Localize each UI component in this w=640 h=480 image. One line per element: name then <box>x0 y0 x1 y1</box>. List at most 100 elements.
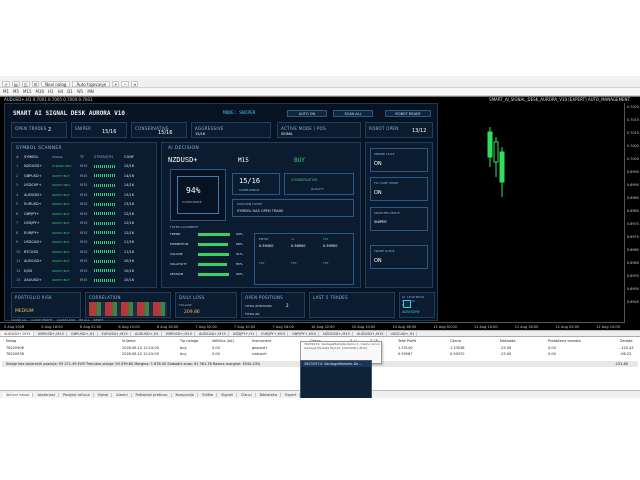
main-toolbar: ＋ ▤ ◫ ☰ Novi nalog Auto trgovanje + − ⇥ <box>0 80 640 88</box>
toolbox-tab[interactable]: Poštanski pretinac <box>133 392 172 397</box>
correlation-grid <box>89 302 167 316</box>
algo-trading-button[interactable]: Auto trgovanje <box>72 80 111 87</box>
tf-d1[interactable]: D1 <box>66 89 74 95</box>
column-header[interactable]: Veličina (lot) <box>212 339 234 343</box>
confluence-box: 15/16 CONFLUENCE <box>232 173 280 195</box>
toolbox-tab[interactable]: Tržište <box>199 392 218 397</box>
top-blank-area <box>0 0 640 76</box>
chart-tab[interactable]: USDCAD+,H1 <box>389 331 418 336</box>
scanner-row[interactable]: 5 EURUSD+ WATCH BUY M15 13/16 <box>16 200 146 208</box>
scanner-row[interactable]: 13 XAUUSD+ WATCH BUY M15 10/16 <box>16 276 146 284</box>
tf-m1[interactable]: M1 <box>2 89 10 95</box>
chart-window[interactable]: AUDUSD+,H1 0.7001 0.7005 0.7000 0.7003 S… <box>0 96 640 330</box>
zoom-in-icon[interactable]: + <box>112 80 120 87</box>
scanner-row[interactable]: 11 AUDCAD+ WATCH BUY M15 10/16 <box>16 257 146 265</box>
chart-tab[interactable]: AUDUSD+,M15 <box>2 331 34 336</box>
navigator-icon[interactable]: ☰ <box>31 80 40 87</box>
sniper-toggle[interactable]: SNIPER 16/16 ON <box>370 148 428 172</box>
strength-bars <box>94 259 116 263</box>
column-header[interactable]: Take Profit <box>398 339 416 343</box>
column-header[interactable]: Zarada <box>620 339 633 343</box>
market-watch-icon[interactable]: ◫ <box>21 80 30 87</box>
toolbox-tab[interactable]: Vijesti <box>95 392 113 397</box>
scanner-row[interactable]: 8 EURJPY+ WATCH BUY M15 12/16 <box>16 229 146 237</box>
conservative-panel: CONSERVATIVE 15/16 <box>131 122 187 138</box>
toolbox-tab[interactable]: Članci <box>238 392 256 397</box>
tf-mn[interactable]: MN <box>86 89 94 95</box>
toolbox-tab[interactable]: Signali <box>218 392 237 397</box>
scanner-row[interactable]: 2 GBPUSD+ WATCH BUY M15 14/16 <box>16 172 146 180</box>
strength-bars <box>94 269 116 272</box>
column-header[interactable]: Instrument <box>252 339 271 343</box>
strength-bars <box>94 250 116 253</box>
scan-all-button[interactable]: SCAN ALL <box>333 110 373 117</box>
chart-tab[interactable]: GBPUSD+,M15 <box>164 331 195 336</box>
toolbox-tab[interactable]: Kompanija <box>173 392 198 397</box>
profiles-icon[interactable]: ▤ <box>12 80 20 87</box>
scanner-row[interactable]: 10 BTCUSD WATCH BUY M15 11/16 <box>16 248 146 256</box>
column-header[interactable]: Nalog <box>6 339 16 343</box>
reset-button[interactable]: RESET <box>93 318 103 322</box>
strength-bars <box>94 278 116 282</box>
auto-on-button[interactable]: AUTO ON <box>287 110 327 117</box>
scanner-row[interactable]: 7 USDJPY+ WATCH BUY M15 12/16 <box>16 219 146 227</box>
chart-shift-icon[interactable]: ⇥ <box>130 80 139 87</box>
chart-tab[interactable]: EURUSD+,M15 <box>100 331 131 336</box>
preview-line-2: Vantage Markets Pty.Ltd. [AUDUSD+,M15] <box>304 346 368 350</box>
ai-symbol: NZDUSD+ <box>168 156 198 164</box>
tf-h1[interactable]: H1 <box>47 89 55 95</box>
chart-tab[interactable]: GBPUSD+,H1 <box>69 331 98 336</box>
tf-m5[interactable]: M5 <box>12 89 20 95</box>
filter-value: 88% <box>236 242 243 246</box>
fix-conf-toggle[interactable]: FIX CONF MODE ON <box>370 177 428 201</box>
close-profit-button[interactable]: CLOSE PROFIT <box>31 318 52 322</box>
tf-m15[interactable]: M15 <box>22 89 33 95</box>
filter-name: TREND <box>170 232 181 236</box>
tf-m30[interactable]: M30 <box>35 89 46 95</box>
chart-tab[interactable]: GBPJPY+,M15 <box>290 331 320 336</box>
toolbox-tab[interactable]: Povijest računa <box>60 392 94 397</box>
chart-tab[interactable]: GBPUSD+,M15 <box>36 331 67 336</box>
close-loss-button[interactable]: CLOSE LOSS <box>57 318 76 322</box>
column-header[interactable]: Vrijeme <box>122 339 136 343</box>
chart-tab[interactable]: USDJPY+,H1 <box>231 331 258 336</box>
new-chart-icon[interactable]: ＋ <box>2 80 10 87</box>
scanner-row[interactable]: 3 USDCHF+ WATCH SELL M15 14/16 <box>16 181 146 189</box>
chart-tab[interactable]: EURJPY+,M15 <box>259 331 289 336</box>
toolbox-tab[interactable]: Expert <box>282 392 301 397</box>
new-order-button[interactable]: Novi nalog <box>41 80 71 87</box>
scanner-row[interactable]: 6 GBPJPY+ WATCH BUY M15 12/16 <box>16 210 146 218</box>
filter-value: 94% <box>236 232 243 236</box>
selected-mode-box[interactable]: SELECTED MODE SNIPER <box>370 207 428 231</box>
close-all-button[interactable]: CLOSE ALL <box>11 318 27 322</box>
scanner-row[interactable]: 12 DJ30 WATCH BUY M15 10/16 <box>16 267 146 275</box>
tf-h4[interactable]: H4 <box>57 89 65 95</box>
time-axis: 5 Aug 2026 5 Aug 18:00 6 Aug 02:00 6 Aug… <box>0 322 624 330</box>
toolbox-tab[interactable]: Izloženost <box>34 392 59 397</box>
metatrader-window: ＋ ▤ ◫ ☰ Novi nalog Auto trgovanje + − ⇥ … <box>0 0 640 480</box>
filter-bar <box>198 273 229 276</box>
taskbar-preview-thumbnail[interactable]: 38232974: VantageMarkets-De... <box>300 360 372 402</box>
filter-bar <box>198 263 227 266</box>
tf-w1[interactable]: W1 <box>76 89 85 95</box>
scanner-row[interactable]: 9 USDCAD+ WATCH BUY M15 11/16 <box>16 238 146 246</box>
column-header[interactable]: Cijena <box>450 339 461 343</box>
chart-tab[interactable]: AUDUSD+,H1 <box>133 331 162 336</box>
trade-guide-toggle[interactable]: TRADE GUIDE ON <box>370 245 428 269</box>
toolbox-tab[interactable]: Aktivni nalozi <box>3 392 34 397</box>
scanner-row[interactable]: 1 NZDUSD+ STRONG BUY M15 15/16 <box>16 162 146 170</box>
chart-tab[interactable]: NZDUSD+,M15 <box>321 331 353 336</box>
be-all-button[interactable]: BE ALL <box>79 318 89 322</box>
total-profit: -231.65 <box>614 362 628 366</box>
column-header[interactable]: Naknada <box>500 339 516 343</box>
chart-tab[interactable]: AUDCAD+,M15 <box>197 331 229 336</box>
column-header[interactable]: Tip naloga <box>180 339 198 343</box>
chart-tab[interactable]: AUDUSD+,M15 <box>355 331 387 336</box>
toolbox-tab[interactable]: Alarmi <box>113 392 132 397</box>
column-header[interactable]: Prebačena kamata <box>548 339 581 343</box>
toolbox-tab[interactable]: Biblioteka <box>257 392 281 397</box>
robot-ready-button[interactable]: ROBOT READY <box>385 110 431 117</box>
zoom-out-icon[interactable]: − <box>121 80 129 87</box>
scanner-row[interactable]: 4 AUDUSD+ WATCH BUY M15 13/16 <box>16 191 146 199</box>
filter-value: 91% <box>236 252 243 256</box>
